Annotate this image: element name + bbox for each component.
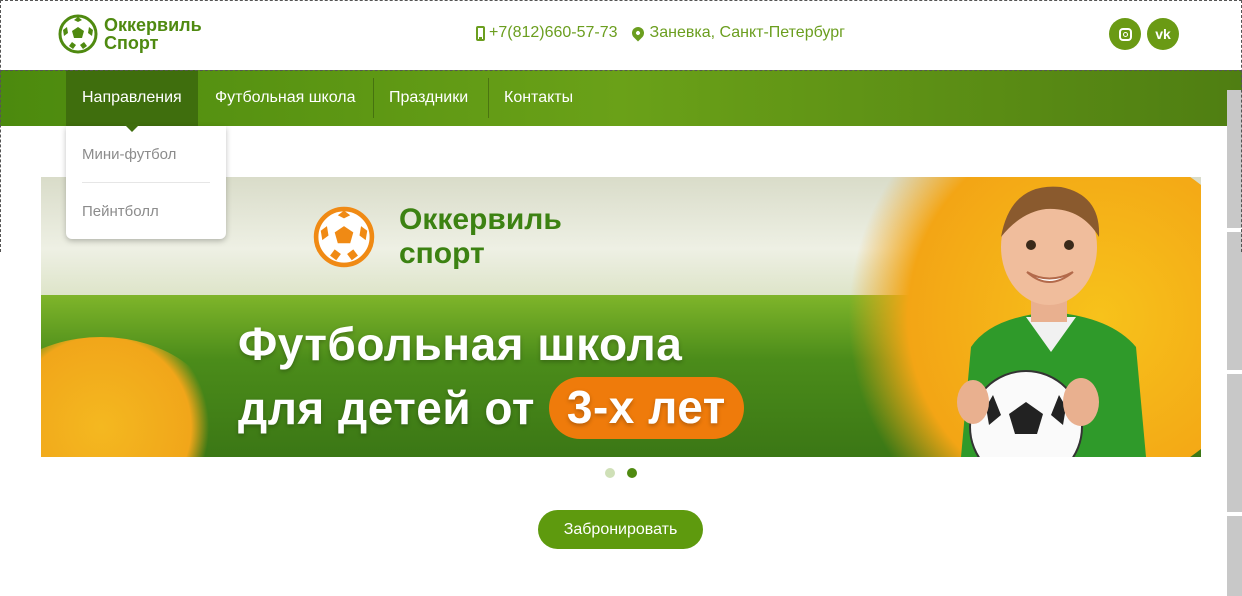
site-logo[interactable]: Оккервиль Спорт bbox=[58, 14, 202, 54]
carousel-dot[interactable] bbox=[605, 468, 615, 478]
nav-item-football-school[interactable]: Футбольная школа bbox=[199, 70, 372, 126]
soccer-ball-icon bbox=[58, 14, 98, 54]
soccer-ball-icon bbox=[313, 206, 375, 268]
logo-line-2: Спорт bbox=[104, 33, 159, 53]
kid-with-ball-image bbox=[957, 186, 1146, 457]
banner-age-badge: 3-х лет bbox=[548, 377, 744, 439]
site-header: Оккервиль Спорт +7(812)660-57-73 Заневка… bbox=[0, 0, 1242, 70]
banner-title-line-1: Футбольная школа bbox=[238, 318, 683, 370]
dropdown-divider bbox=[82, 182, 210, 183]
banner-logo-text: Оккервиль спорт bbox=[399, 203, 562, 271]
main-nav: Направления Футбольная школа Праздники К… bbox=[0, 70, 1242, 126]
phone-icon bbox=[476, 25, 485, 41]
dropdown-item-paintball[interactable]: Пейнтболл bbox=[82, 203, 159, 220]
scroll-segment[interactable] bbox=[1227, 516, 1242, 596]
vk-icon: vk bbox=[1155, 26, 1171, 42]
banner-title-text: для детей от bbox=[238, 382, 535, 434]
logo-line-1: Оккервиль bbox=[104, 15, 202, 35]
address-text: Заневка, Санкт-Петербург bbox=[649, 24, 845, 41]
scroll-segment[interactable] bbox=[1227, 90, 1242, 228]
dropdown-item-mini-football[interactable]: Мини-футбол bbox=[82, 146, 176, 163]
instagram-button[interactable] bbox=[1109, 18, 1141, 50]
carousel-dot-active[interactable] bbox=[627, 468, 637, 478]
vk-button[interactable]: vk bbox=[1147, 18, 1179, 50]
banner-logo: Оккервиль спорт bbox=[313, 203, 562, 271]
phone-link[interactable]: +7(812)660-57-73 bbox=[489, 24, 618, 42]
header-contacts: +7(812)660-57-73 Заневка, Санкт-Петербур… bbox=[476, 24, 845, 42]
scroll-segment[interactable] bbox=[1227, 232, 1242, 370]
logo-text: Оккервиль Спорт bbox=[104, 16, 202, 52]
banner-logo-line-1: Оккервиль bbox=[399, 203, 562, 236]
nav-item-directions[interactable]: Направления bbox=[66, 70, 198, 126]
scroll-segment[interactable] bbox=[1227, 374, 1242, 512]
nav-item-holidays[interactable]: Праздники bbox=[373, 70, 484, 126]
map-pin-icon bbox=[629, 24, 647, 42]
instagram-icon bbox=[1118, 27, 1132, 41]
page: Оккервиль Спорт +7(812)660-57-73 Заневка… bbox=[0, 0, 1242, 596]
nav-item-contacts[interactable]: Контакты bbox=[488, 70, 589, 126]
banner-title-line-2: для детей от 3-х лет bbox=[238, 377, 744, 439]
book-button[interactable]: Забронировать bbox=[538, 510, 703, 549]
banner-logo-line-2: спорт bbox=[399, 237, 485, 270]
directions-dropdown: Мини-футбол Пейнтболл bbox=[66, 124, 226, 239]
